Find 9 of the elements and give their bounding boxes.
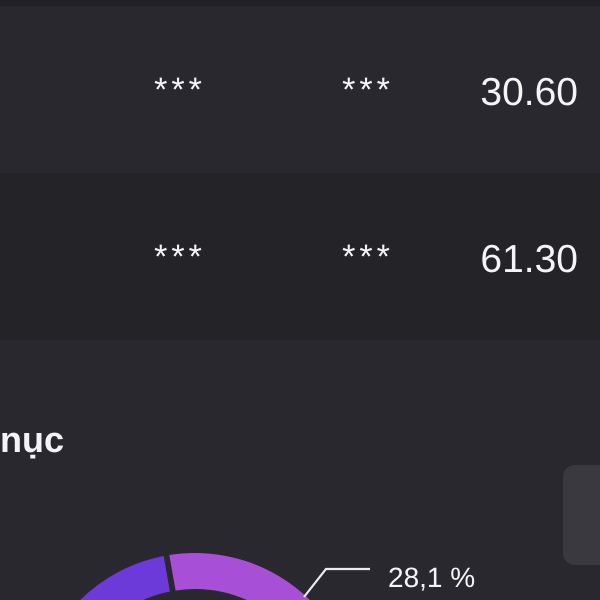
- section-title: nục: [0, 418, 64, 462]
- table-cell-text: ***: [341, 70, 394, 110]
- table-cell-text: ***: [153, 70, 206, 110]
- leader-line: [303, 568, 370, 598]
- table-cell-text: 61.30: [480, 236, 578, 282]
- percent-label: 28,1 %: [388, 563, 476, 593]
- table-cell-text: ***: [341, 236, 394, 276]
- table-cell-text: ***: [153, 236, 206, 276]
- table-cell-text: 30.60: [480, 70, 578, 114]
